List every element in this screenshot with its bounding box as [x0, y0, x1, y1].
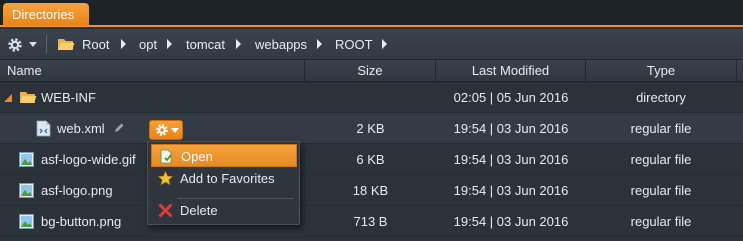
table-row[interactable]: asf-logo.png 18 KB 19:54 | 03 Jun 2016 r…	[0, 175, 743, 206]
breadcrumb-arrow-icon	[317, 39, 322, 49]
menu-item-label: Delete	[180, 203, 218, 218]
chevron-down-icon	[171, 128, 179, 133]
image-file-icon	[19, 152, 34, 167]
column-header-type[interactable]: Type	[586, 60, 737, 81]
column-header-row: Name Size Last Modified Type	[0, 60, 743, 82]
table-row[interactable]: WEB-INF 02:05 | 05 Jun 2016 directory	[0, 82, 743, 113]
image-file-icon	[19, 183, 34, 198]
image-file-icon	[19, 214, 34, 229]
menu-item-label: Add to Favorites	[180, 171, 275, 186]
table-row[interactable]: bg-button.png 713 B 19:54 | 03 Jun 2016 …	[0, 206, 743, 237]
breadcrumb-opt[interactable]: opt	[139, 37, 157, 52]
file-modified: 19:54 | 03 Jun 2016	[453, 152, 569, 167]
chevron-down-icon[interactable]	[28, 39, 38, 49]
file-size: 713 B	[353, 214, 388, 229]
breadcrumb-webapps[interactable]: webapps	[255, 37, 307, 52]
row-actions-button[interactable]	[149, 120, 183, 140]
menu-item-open[interactable]: Open	[151, 144, 297, 167]
file-name[interactable]: asf-logo-wide.gif	[41, 144, 136, 175]
file-size: 6 KB	[356, 152, 385, 167]
breadcrumb-root[interactable]: Root	[82, 37, 109, 52]
file-type: regular file	[630, 214, 692, 229]
file-type: regular file	[630, 121, 692, 136]
file-name[interactable]: bg-button.png	[41, 206, 121, 237]
breadcrumb-arrow-icon	[167, 39, 172, 49]
file-modified: 19:54 | 03 Jun 2016	[453, 121, 569, 136]
column-header-modified[interactable]: Last Modified	[436, 60, 586, 81]
table-row[interactable]: asf-logo-wide.gif 6 KB 19:54 | 03 Jun 20…	[0, 144, 743, 175]
folder-open-icon	[58, 39, 75, 50]
star-icon	[158, 171, 173, 186]
file-size: 2 KB	[356, 121, 385, 136]
xml-file-icon	[36, 120, 51, 137]
delete-x-icon	[159, 204, 172, 217]
breadcrumb-arrow-icon	[382, 39, 387, 49]
menu-item-label: Open	[181, 149, 213, 164]
file-name[interactable]: WEB-INF	[41, 82, 96, 113]
tab-strip: Directories	[0, 0, 743, 27]
file-name[interactable]: asf-logo.png	[41, 175, 113, 206]
menu-item-add-to-favorites[interactable]: Add to Favorites	[151, 167, 297, 190]
breadcrumb-arrow-icon	[121, 39, 126, 49]
table-row[interactable]: web.xml 2 KB 19:54 | 03 Jun 2016 regular…	[0, 113, 743, 144]
file-size: 18 KB	[352, 183, 389, 198]
breadcrumb-root-folder[interactable]: ROOT	[335, 37, 373, 52]
file-name[interactable]: web.xml	[57, 113, 105, 144]
pencil-icon[interactable]	[113, 122, 125, 134]
file-modified: 19:54 | 03 Jun 2016	[453, 214, 569, 229]
gear-icon[interactable]	[7, 37, 23, 53]
column-header-name[interactable]: Name	[0, 60, 305, 81]
expand-arrow-icon[interactable]	[4, 94, 12, 102]
breadcrumb-toolbar: Root opt tomcat webapps ROOT	[0, 29, 743, 60]
file-type: regular file	[630, 183, 692, 198]
folder-open-icon	[20, 92, 37, 103]
context-menu: Open Add to Favorites Delete	[147, 141, 300, 225]
file-type: regular file	[630, 152, 692, 167]
file-modified: 02:05 | 05 Jun 2016	[453, 90, 569, 105]
file-modified: 19:54 | 03 Jun 2016	[453, 183, 569, 198]
tab-directories[interactable]: Directories	[3, 3, 89, 26]
toolbar-divider	[46, 35, 47, 54]
breadcrumb-arrow-icon	[236, 39, 241, 49]
breadcrumb-tomcat[interactable]: tomcat	[186, 37, 225, 52]
file-type: directory	[636, 90, 686, 105]
menu-item-delete[interactable]: Delete	[151, 199, 297, 222]
gear-icon	[156, 124, 168, 136]
open-file-icon	[160, 149, 172, 164]
column-header-size[interactable]: Size	[305, 60, 436, 81]
